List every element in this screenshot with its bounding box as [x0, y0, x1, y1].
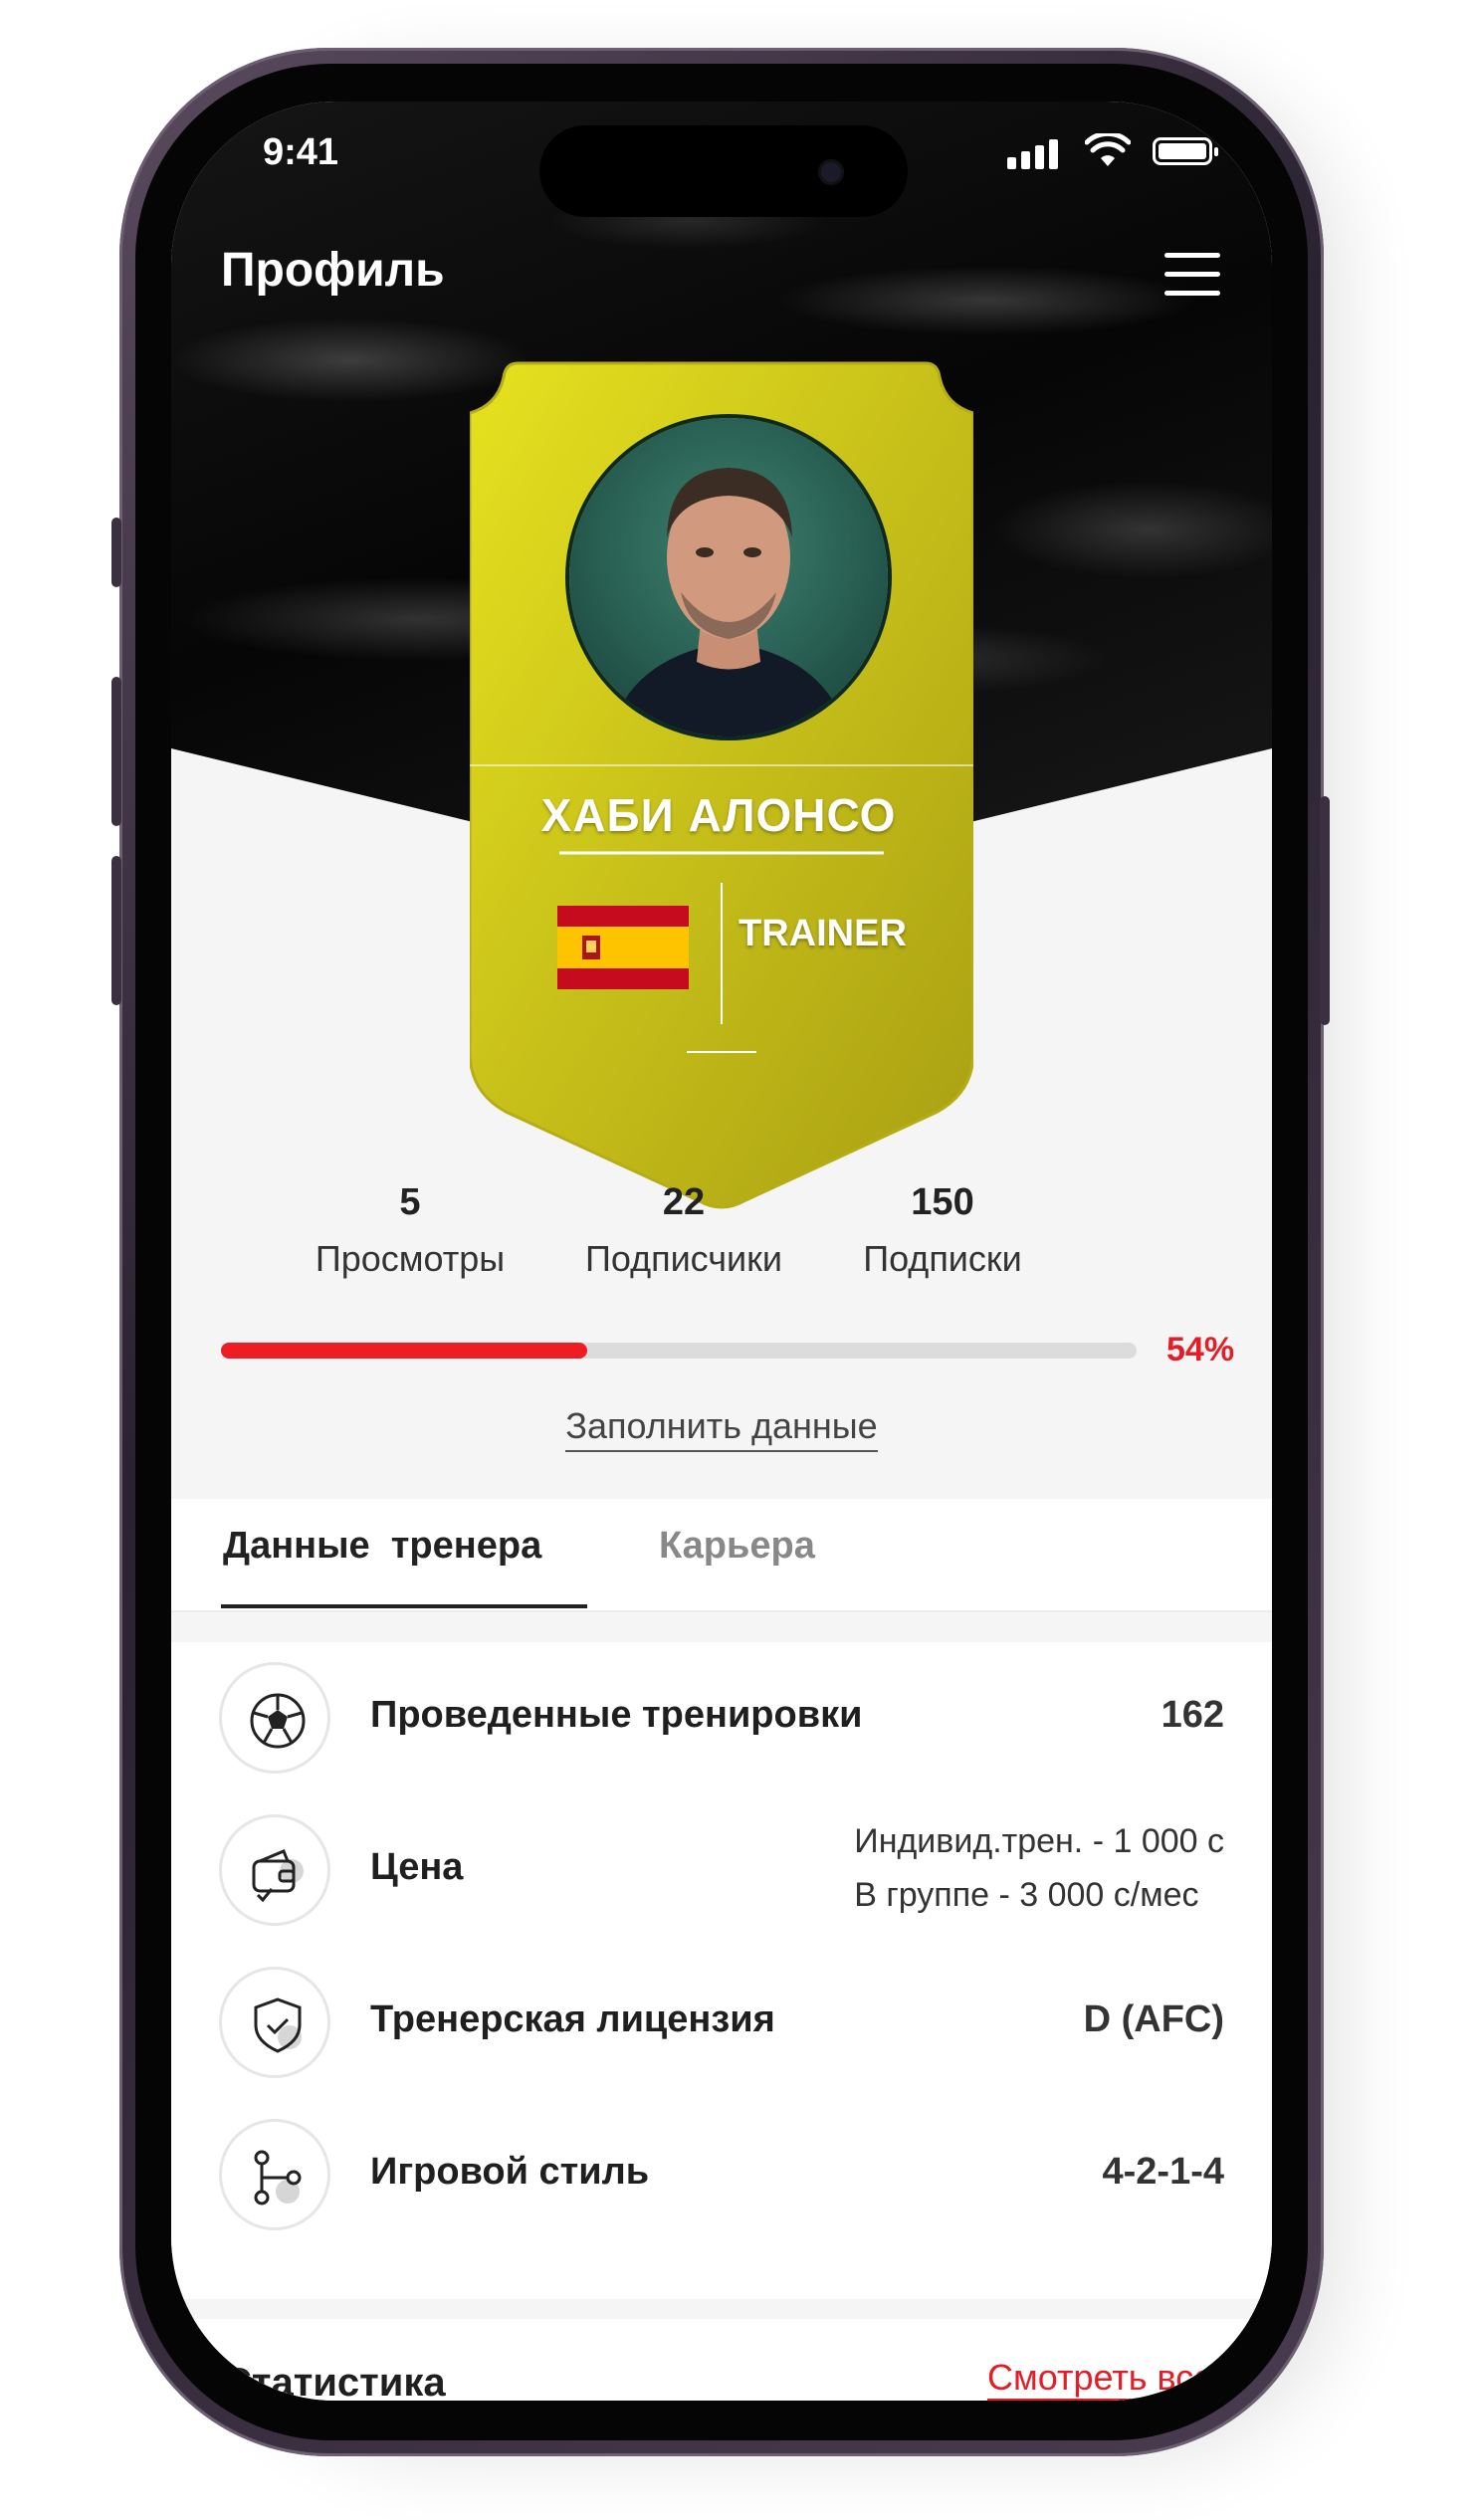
info-value: 4-2-1-4	[1102, 2151, 1225, 2193]
status-bar: 9:41	[171, 123, 1272, 217]
profile-progress-bar	[221, 1343, 1137, 1359]
trainer-info-list: Проведенные тренировки 162 Цена Индивид.…	[171, 1642, 1272, 2299]
signal-icon	[1007, 137, 1063, 169]
player-role: TRAINER	[739, 913, 907, 954]
mute-switch	[111, 518, 121, 587]
dynamic-island	[539, 125, 908, 217]
front-camera	[818, 159, 844, 185]
stat-label: Просмотры	[315, 1238, 506, 1279]
status-time: 9:41	[263, 131, 339, 173]
stat-following[interactable]: 150 Подписки	[813, 1181, 1072, 1280]
statistics-title: Статистика	[223, 2361, 446, 2401]
stat-value: 5	[399, 1181, 421, 1223]
info-value: 162	[1161, 1694, 1224, 1736]
stat-value: 22	[662, 1181, 706, 1223]
info-label: Проведенные тренировки	[370, 1694, 863, 1736]
battery-icon	[1153, 137, 1218, 165]
info-label: Игровой стиль	[370, 2151, 650, 2193]
avatar	[569, 418, 888, 736]
page-title: Профиль	[221, 244, 445, 297]
power-button	[1320, 796, 1330, 1025]
branch-icon	[219, 2119, 330, 2230]
info-row-price[interactable]: Цена Индивид.трен. - 1 000 с В группе - …	[171, 1804, 1272, 1934]
tab-trainer-data[interactable]: Данные тренера	[223, 1525, 541, 1568]
hamburger-menu-icon[interactable]	[1164, 253, 1220, 297]
player-name: ХАБИ АЛОНСО	[540, 789, 897, 841]
info-row-play-style[interactable]: Игровой стиль 4-2-1-4	[171, 2109, 1272, 2238]
screen: 9:41 Профиль ХАБИ АЛОНСО TRAINER 5 Просм…	[171, 102, 1272, 2401]
info-value: D (AFC)	[1083, 1998, 1224, 2040]
info-value-multiline: Индивид.трен. - 1 000 с В группе - 3 000…	[854, 1814, 1224, 1922]
spain-flag-icon	[557, 906, 689, 989]
price-individual: Индивид.трен. - 1 000 с	[854, 1822, 1224, 1860]
see-all-link[interactable]: Смотреть все	[987, 2357, 1214, 2401]
stat-value: 150	[911, 1181, 974, 1223]
fill-data-link[interactable]: Заполнить данные	[565, 1405, 878, 1452]
soccer-ball-icon	[219, 1662, 330, 1774]
volume-up-button	[111, 677, 121, 826]
wallet-icon	[219, 1814, 330, 1926]
volume-down-button	[111, 856, 121, 1005]
profile-progress-fill	[221, 1343, 587, 1359]
info-row-trainings[interactable]: Проведенные тренировки 162	[171, 1652, 1272, 1782]
tab-career[interactable]: Карьера	[659, 1525, 815, 1568]
shield-check-icon	[219, 1967, 330, 2078]
stat-views[interactable]: 5 Просмотры	[281, 1181, 539, 1280]
stat-label: Подписки	[863, 1238, 1022, 1279]
profile-progress-percent: 54%	[1166, 1331, 1235, 1368]
price-group: В группе - 3 000 с/мес	[854, 1876, 1199, 1914]
tab-bar: Данные тренера Карьера	[171, 1499, 1272, 1612]
stat-label: Подписчики	[584, 1238, 783, 1279]
stat-followers[interactable]: 22 Подписчики	[554, 1181, 813, 1280]
info-label: Тренерская лицензия	[370, 1998, 775, 2040]
info-label: Цена	[370, 1846, 464, 1888]
active-tab-indicator	[221, 1604, 587, 1608]
wifi-icon	[1085, 133, 1131, 166]
statistics-section: Статистика Смотреть все	[171, 2319, 1272, 2401]
fill-data-row: Заполнить данные	[171, 1405, 1272, 1452]
info-row-license[interactable]: Тренерская лицензия D (AFC)	[171, 1957, 1272, 2086]
